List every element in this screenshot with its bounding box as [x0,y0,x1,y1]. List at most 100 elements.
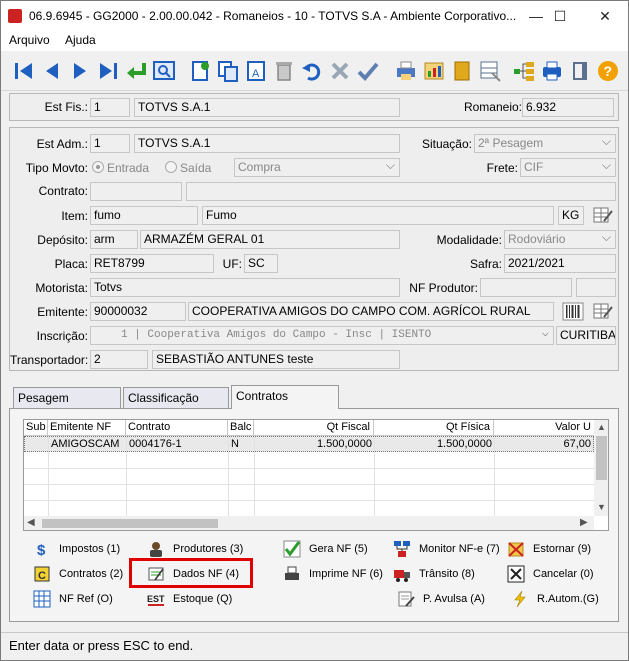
gera-nf-button[interactable]: Gera NF (5) [283,538,368,560]
tab-pesagem[interactable]: Pesagem [13,387,121,409]
header-panel: Est Fis.: 1 TOTVS S.A.1 Romaneio: 6.932 [9,93,619,121]
deposito-name-field[interactable]: ARMAZÉM GERAL 01 [140,230,400,249]
situacao-select[interactable]: 2ª Pesagem [474,134,616,153]
quick-print-button[interactable] [539,58,565,84]
vertical-scrollbar[interactable]: ▲ ▼ [594,420,608,516]
hscroll-thumb[interactable] [42,519,218,528]
scroll-up-icon[interactable]: ▲ [594,422,608,432]
frete-select[interactable]: CIF [520,158,616,177]
estoque-button[interactable]: EST Estoque (Q) [147,588,232,610]
inscricao-select[interactable]: 1 | Cooperativa Amigos do Campo - Insc |… [90,326,554,345]
book-button[interactable] [449,58,475,84]
undo-button[interactable] [299,58,325,84]
uf-field[interactable]: SC [244,254,278,273]
transportador-code-field[interactable]: 2 [90,350,148,369]
est-adm-name-field[interactable]: TOTVS S.A.1 [134,134,400,153]
item-detail-button[interactable] [592,206,614,225]
contrato-label: Contrato: [38,184,88,198]
p-avulsa-button[interactable]: P. Avulsa (A) [397,588,485,610]
modalidade-select[interactable]: Rodoviário [504,230,616,249]
est-fis-code-field[interactable]: 1 [90,98,130,117]
placa-field[interactable]: RET8799 [90,254,214,273]
item-unit-field[interactable]: KG [558,206,584,225]
close-button[interactable]: ✕ [582,1,628,31]
emitente-barcode-button[interactable] [562,302,584,321]
col-contrato[interactable]: Contrato [126,420,228,436]
horizontal-scrollbar[interactable]: ◀ ▶ [24,516,594,530]
exit-button[interactable] [567,58,593,84]
delete-button[interactable] [271,58,297,84]
tab-classificacao[interactable]: Classificação [123,387,229,409]
table-row[interactable]: AMIGOSCAM 0004176-1 N 1.500,0000 1.500,0… [24,436,594,453]
nf-produtor-field[interactable] [480,278,572,297]
contratos-grid[interactable]: Sub Emitente NF Contrato Balc Qt Fiscal … [23,419,609,531]
col-qt-fisica[interactable]: Qt Física [374,420,494,436]
col-qt-fiscal[interactable]: Qt Fiscal [254,420,374,436]
produtores-button[interactable]: Produtores (3) [147,538,243,560]
search-button[interactable] [151,58,177,84]
r-autom-button[interactable]: R.Autom.(G) [511,588,599,610]
entrada-radio[interactable] [92,161,104,173]
monitor-nfe-button[interactable]: Monitor NF-e (7) [393,538,500,560]
grid-edit-icon [593,207,613,223]
col-emitente-nf[interactable]: Emitente NF [48,420,126,436]
contratos-button[interactable]: C Contratos (2) [33,563,123,585]
safra-field[interactable]: 2021/2021 [504,254,616,273]
col-sub[interactable]: Sub [24,420,48,436]
hierarchy-button[interactable] [511,58,537,84]
maximize-button[interactable]: ☐ [537,1,583,31]
nf-ref-button[interactable]: NF Ref (O) [33,588,113,610]
last-record-button[interactable] [95,58,121,84]
copy-button[interactable] [215,58,241,84]
romaneio-field[interactable]: 6.932 [522,98,614,117]
transportador-name-field[interactable]: SEBASTIÃO ANTUNES teste [152,350,400,369]
item-code-field[interactable]: fumo [90,206,198,225]
tipo-select[interactable]: Compra [234,158,400,177]
emitente-detail-button[interactable] [592,302,614,321]
scroll-left-icon[interactable]: ◀ [27,517,35,528]
col-balc[interactable]: Balc [228,420,254,436]
emitente-name-field[interactable]: COOPERATIVA AMIGOS DO CAMPO COM. AGRÍCOL… [188,302,554,321]
nf-produtor-serie-field[interactable] [576,278,616,297]
print-button[interactable] [393,58,419,84]
tab-contratos[interactable]: Contratos [231,385,339,409]
emitente-code-field[interactable]: 90000032 [90,302,186,321]
deposito-code-field[interactable]: arm [90,230,138,249]
scroll-right-icon[interactable]: ▶ [580,517,588,528]
report-button[interactable] [421,58,447,84]
cancel-button[interactable] [327,58,353,84]
est-fis-label: Est Fis.: [44,100,88,114]
deposito-label: Depósito: [37,233,88,247]
menu-arquivo[interactable]: Arquivo [9,33,50,47]
item-name-field[interactable]: Fumo [202,206,554,225]
scroll-thumb[interactable] [596,436,607,480]
saida-radio[interactable] [165,161,177,173]
safra-label: Safra: [469,257,502,271]
confirm-button[interactable] [355,58,381,84]
impostos-button[interactable]: $ Impostos (1) [33,538,120,560]
lightning-icon [511,590,529,608]
col-valor-u[interactable]: Valor U [494,420,594,436]
motorista-field[interactable]: Totvs [90,278,400,297]
imprime-nf-button[interactable]: Imprime NF (6) [283,563,383,585]
filter-button[interactable] [477,58,503,84]
est-adm-code-field[interactable]: 1 [90,134,130,153]
edit-button[interactable]: A [243,58,269,84]
help-button[interactable]: ? [595,58,621,84]
scroll-down-icon[interactable]: ▼ [594,502,608,512]
transito-button[interactable]: Trânsito (8) [393,563,475,585]
menu-ajuda[interactable]: Ajuda [65,33,96,47]
first-record-button[interactable] [11,58,37,84]
estoque-label: Estoque (Q) [173,593,233,605]
goto-button[interactable] [123,58,149,84]
cidade-field[interactable]: CURITIBA [556,326,616,345]
contrato-code-field[interactable] [90,182,182,201]
printer-blue-icon [543,61,561,81]
est-fis-name-field[interactable]: TOTVS S.A.1 [134,98,400,117]
new-record-button[interactable] [187,58,213,84]
next-record-button[interactable] [67,58,93,84]
estornar-button[interactable]: Estornar (9) [507,538,591,560]
contrato-desc-field[interactable] [186,182,616,201]
cancelar-button[interactable]: Cancelar (0) [507,563,594,585]
previous-record-button[interactable] [39,58,65,84]
